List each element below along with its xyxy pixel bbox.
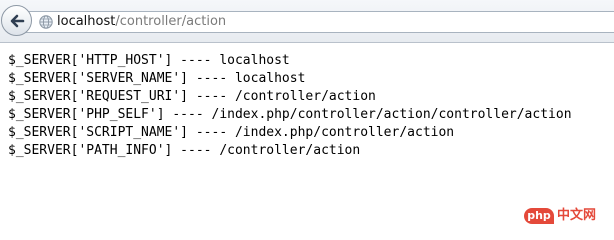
url-text[interactable]: localhost/controller/action	[57, 13, 226, 31]
page-output: $_SERVER['HTTP_HOST'] ---- localhost $_S…	[8, 52, 572, 160]
back-button[interactable]	[1, 5, 32, 36]
watermark-site-text: 中文网	[557, 208, 597, 223]
address-bar[interactable]: localhost/controller/action	[26, 11, 614, 33]
output-line-script-name: $_SERVER['SCRIPT_NAME'] ---- /index.php/…	[8, 125, 455, 140]
php-logo: php	[524, 208, 554, 224]
url-path: /controller/action	[115, 14, 227, 29]
site-watermark: php 中文网	[524, 208, 596, 224]
url-host: localhost	[57, 14, 116, 29]
output-line-http-host: $_SERVER['HTTP_HOST'] ---- localhost	[8, 53, 290, 68]
output-line-path-info: $_SERVER['PATH_INFO'] ---- /controller/a…	[8, 143, 361, 158]
output-line-php-self: $_SERVER['PHP_SELF'] ---- /index.php/con…	[8, 107, 572, 122]
back-arrow-icon	[10, 14, 24, 27]
output-line-request-uri: $_SERVER['REQUEST_URI'] ---- /controller…	[8, 89, 376, 104]
globe-icon	[39, 15, 53, 29]
browser-toolbar: localhost/controller/action	[0, 0, 614, 43]
output-line-server-name: $_SERVER['SERVER_NAME'] ---- localhost	[8, 71, 306, 86]
